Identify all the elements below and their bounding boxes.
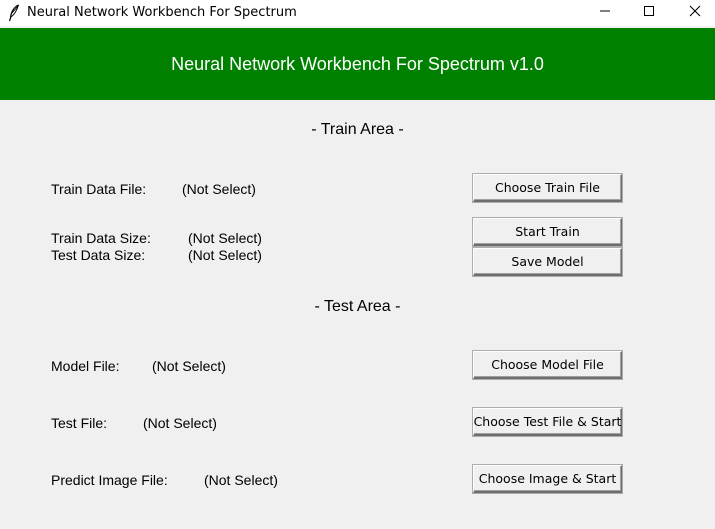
start-train-button[interactable]: Start Train [473,218,622,246]
train-data-size-label: Train Data Size: [51,230,151,246]
close-button[interactable] [672,0,715,26]
test-data-size-label: Test Data Size: [51,247,146,263]
feather-icon [8,4,20,22]
predict-image-file-label: Predict Image File: [51,472,168,488]
choose-train-file-button[interactable]: Choose Train File [473,174,622,202]
predict-image-file-value: (Not Select) [204,472,278,488]
train-data-file-value: (Not Select) [182,181,256,197]
maximize-button[interactable] [626,0,672,26]
title-bar[interactable]: Neural Network Workbench For Spectrum [0,0,715,26]
save-model-button[interactable]: Save Model [473,248,622,276]
minimize-icon [599,4,611,22]
maximize-icon [643,4,655,22]
test-file-label: Test File: [51,415,108,431]
train-area-title: - Train Area - [311,121,404,138]
test-data-size-value: (Not Select) [188,247,262,263]
window-title: Neural Network Workbench For Spectrum [27,5,297,20]
choose-image-start-button[interactable]: Choose Image & Start [473,465,622,493]
app-window: Neural Network Workbench For Spectrum Ne… [0,0,715,529]
test-file-value: (Not Select) [143,415,217,431]
choose-model-file-button[interactable]: Choose Model File [473,351,622,379]
model-file-value: (Not Select) [152,358,226,374]
model-file-label: Model File: [51,358,120,374]
train-data-size-value: (Not Select) [188,230,262,246]
choose-test-file-start-button[interactable]: Choose Test File & Start [473,408,622,436]
train-data-file-label: Train Data File: [51,181,147,197]
header-title: Neural Network Workbench For Spectrum v1… [171,54,544,74]
test-area-title: - Test Area - [314,298,401,315]
header-banner: Neural Network Workbench For Spectrum v1… [0,28,715,100]
close-icon [689,4,701,22]
minimize-button[interactable] [582,0,628,26]
